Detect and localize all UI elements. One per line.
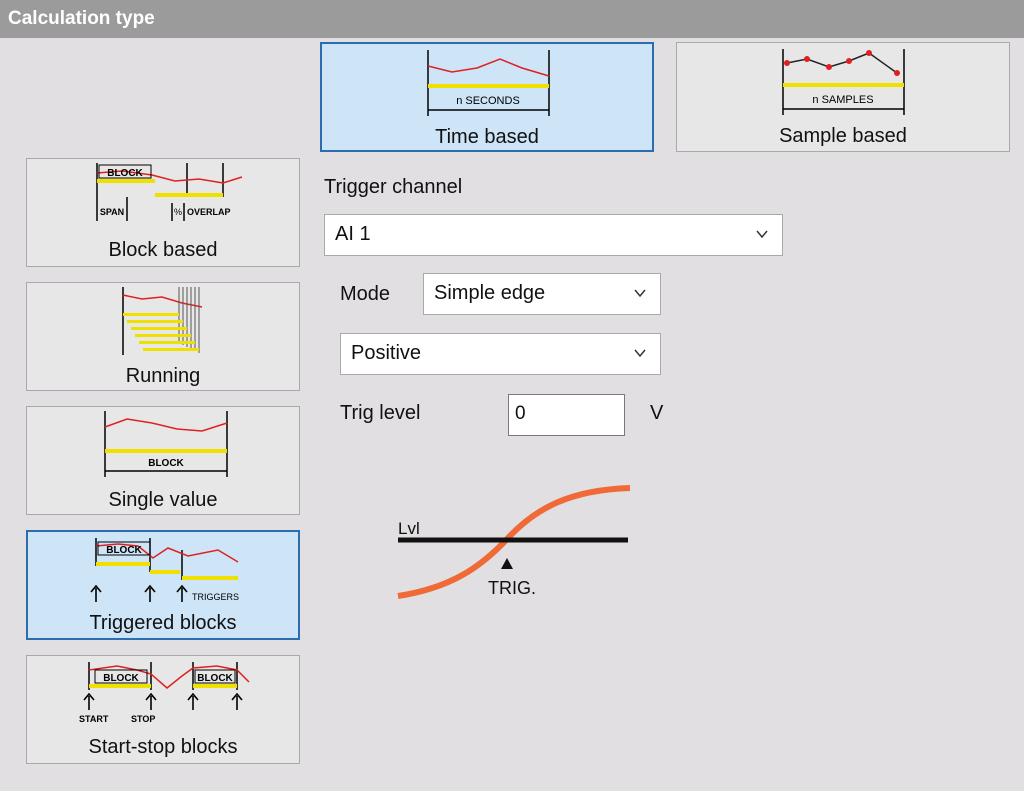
edge-select[interactable]: Positive bbox=[340, 333, 661, 375]
trigger-channel-label: Trigger channel bbox=[324, 176, 463, 198]
trig-point-label: TRIG. bbox=[488, 578, 536, 598]
single-value-button[interactable]: BLOCK Single value bbox=[26, 406, 300, 515]
panel-title: Calculation type bbox=[0, 0, 1024, 38]
sample-based-icon: n SAMPLES bbox=[782, 49, 905, 115]
time-based-label: Time based bbox=[435, 126, 539, 148]
sample-based-button[interactable]: n SAMPLES Sample based bbox=[676, 42, 1010, 152]
chevron-down-icon bbox=[756, 230, 768, 239]
sample-based-label: Sample based bbox=[779, 125, 907, 147]
start-stop-icon-start: START bbox=[79, 714, 109, 724]
trigger-channel-value: AI 1 bbox=[335, 223, 371, 245]
triggered-blocks-label: Triggered blocks bbox=[89, 612, 237, 634]
start-stop-icon-block-2: BLOCK bbox=[197, 673, 233, 684]
single-value-icon-block: BLOCK bbox=[148, 458, 184, 469]
block-based-button[interactable]: BLOCK SPAN % OVERLAP Block based bbox=[26, 158, 300, 267]
running-button[interactable]: Running bbox=[26, 282, 300, 391]
triggered-blocks-icon-triggers: TRIGGERS bbox=[192, 592, 239, 602]
trigger-diagram: Lvl TRIG. bbox=[397, 485, 631, 599]
chevron-down-icon bbox=[634, 289, 646, 298]
start-stop-icon-stop: STOP bbox=[131, 714, 155, 724]
block-based-icon-block: BLOCK bbox=[107, 168, 143, 179]
running-label: Running bbox=[125, 365, 201, 387]
triggered-blocks-button[interactable]: BLOCK TRIGGERS Triggered blocks bbox=[26, 530, 300, 640]
chevron-down-icon bbox=[634, 349, 646, 358]
mode-label: Mode bbox=[340, 283, 391, 305]
single-value-label: Single value bbox=[108, 489, 218, 511]
time-based-icon: n SECONDS bbox=[427, 50, 550, 116]
block-based-icon-pct: % bbox=[174, 207, 182, 217]
edge-value: Positive bbox=[351, 342, 422, 364]
time-based-icon-text: n SECONDS bbox=[456, 95, 520, 107]
triggered-blocks-icon-block: BLOCK bbox=[106, 545, 142, 556]
trigger-point-icon bbox=[501, 558, 513, 569]
running-icon bbox=[122, 287, 203, 355]
triggered-blocks-icon: BLOCK TRIGGERS bbox=[90, 538, 239, 602]
single-value-icon: BLOCK bbox=[104, 411, 228, 477]
start-stop-icon-block-1: BLOCK bbox=[103, 673, 139, 684]
trig-level-input[interactable]: 0 bbox=[508, 394, 625, 436]
trig-level-unit: V bbox=[650, 402, 664, 424]
block-based-icon-span: SPAN bbox=[100, 207, 124, 217]
trig-level-label: Trig level bbox=[340, 402, 421, 424]
start-stop-blocks-label: Start-stop blocks bbox=[88, 736, 238, 758]
level-line-label: Lvl bbox=[398, 519, 420, 538]
start-stop-blocks-icon: BLOCK BLOCK START STOP bbox=[79, 662, 250, 724]
block-based-icon-overlap: OVERLAP bbox=[187, 207, 231, 217]
block-based-label: Block based bbox=[108, 239, 218, 261]
block-based-icon: BLOCK SPAN % OVERLAP bbox=[96, 163, 243, 221]
sample-based-icon-text: n SAMPLES bbox=[812, 94, 873, 106]
start-stop-blocks-button[interactable]: BLOCK BLOCK START STOP Start-stop blocks bbox=[26, 655, 300, 764]
mode-value: Simple edge bbox=[434, 282, 546, 304]
trigger-channel-select[interactable]: AI 1 bbox=[324, 214, 783, 256]
time-based-button[interactable]: n SECONDS Time based bbox=[320, 42, 654, 152]
mode-select[interactable]: Simple edge bbox=[423, 273, 661, 315]
